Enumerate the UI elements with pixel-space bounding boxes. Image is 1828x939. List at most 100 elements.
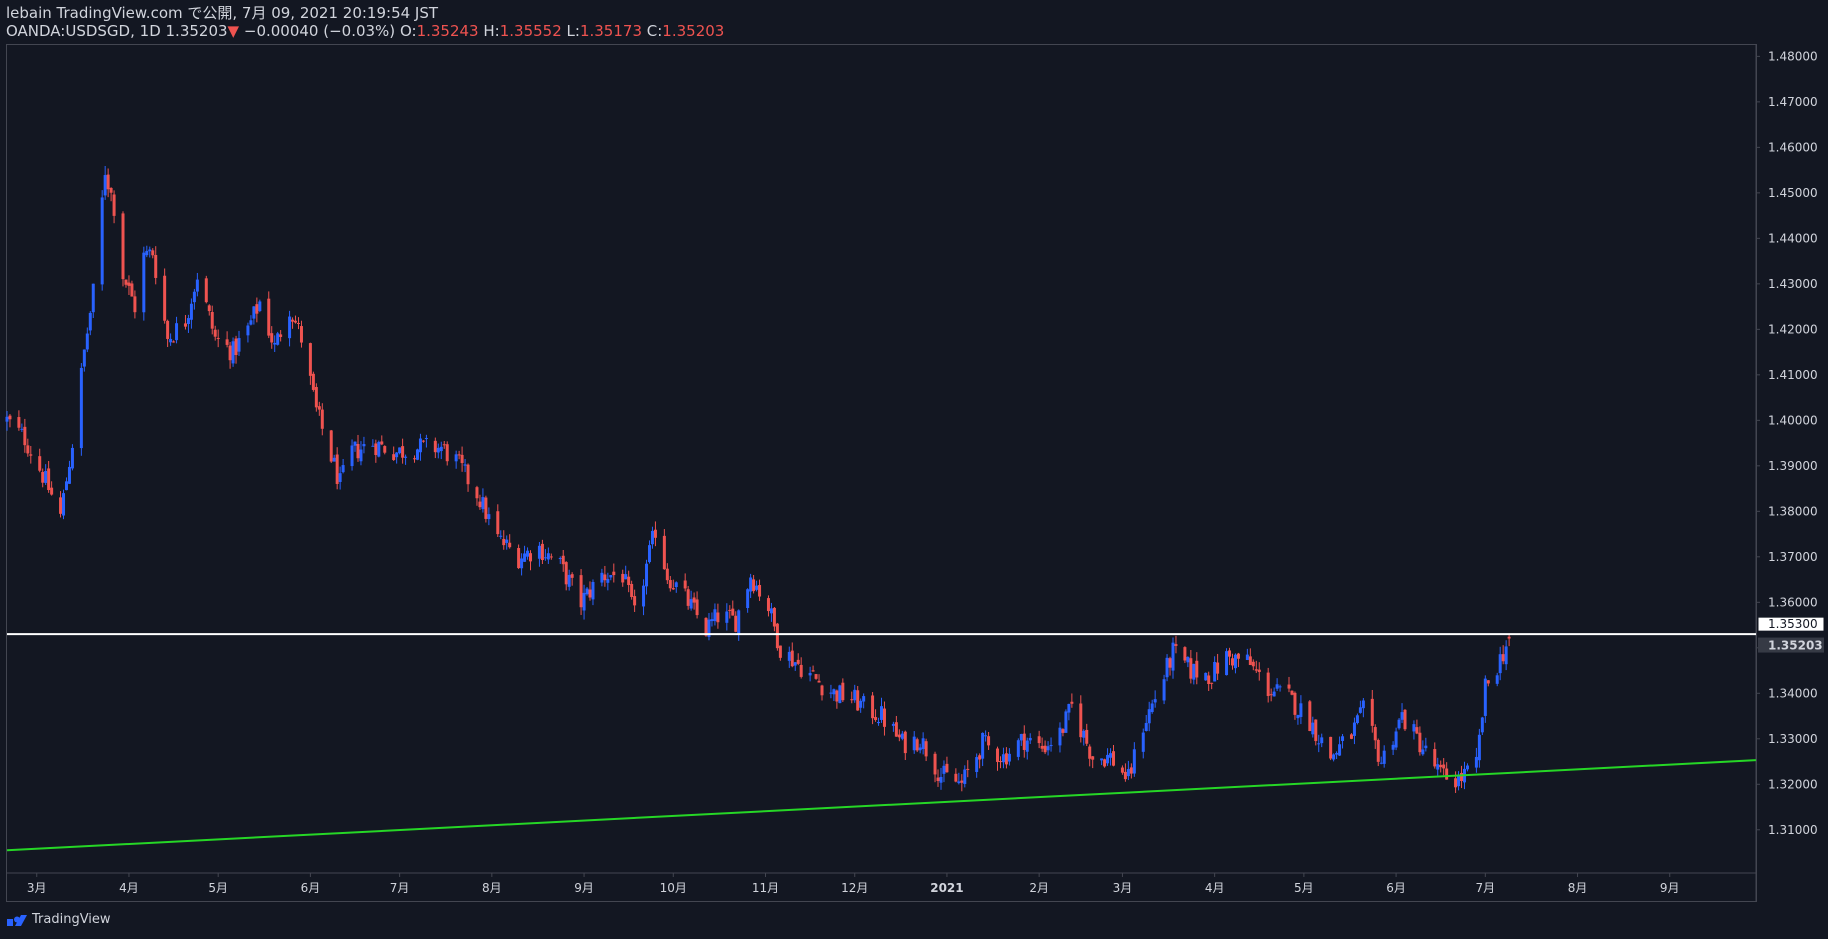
candle-body[interactable] (880, 706, 883, 720)
candle-body[interactable] (731, 608, 735, 616)
candle-body[interactable] (725, 611, 729, 623)
candle-body[interactable] (424, 438, 428, 440)
candle-body[interactable] (1293, 692, 1297, 715)
candle-body[interactable] (543, 557, 547, 559)
candle-body[interactable] (436, 447, 440, 453)
candle-body[interactable] (439, 446, 443, 452)
candle-body[interactable] (981, 732, 985, 759)
candle-body[interactable] (454, 454, 458, 462)
candle-body[interactable] (686, 589, 690, 606)
candle-body[interactable] (1016, 740, 1020, 757)
candle-body[interactable] (1415, 727, 1419, 734)
candle-body[interactable] (460, 454, 464, 464)
candle-body[interactable] (942, 765, 946, 774)
candle-body[interactable] (713, 609, 717, 622)
candle-body[interactable] (127, 282, 131, 286)
candle-body[interactable] (267, 298, 271, 336)
candle-body[interactable] (415, 449, 419, 460)
candle-body[interactable] (627, 576, 631, 586)
candle-body[interactable] (481, 497, 485, 510)
candle-body[interactable] (383, 446, 387, 453)
candle-body[interactable] (106, 174, 110, 190)
candle-body[interactable] (1403, 709, 1407, 730)
candle-body[interactable] (1329, 736, 1333, 759)
candle-body[interactable] (112, 194, 116, 216)
candle-body[interactable] (1210, 682, 1214, 684)
candle-body[interactable] (877, 721, 881, 724)
candle-body[interactable] (1183, 647, 1187, 661)
candle-body[interactable] (799, 664, 803, 677)
candle-body[interactable] (633, 596, 637, 606)
candle-body[interactable] (5, 416, 9, 422)
candle-body[interactable] (335, 454, 339, 484)
candle-body[interactable] (1216, 662, 1220, 674)
support-trendline[interactable] (6, 759, 1757, 852)
candle-body[interactable] (746, 589, 750, 609)
candle-body[interactable] (204, 278, 208, 303)
candle-body[interactable] (653, 529, 657, 538)
candle-body[interactable] (1046, 746, 1050, 751)
candle-body[interactable] (1123, 771, 1127, 780)
candle-body[interactable] (350, 445, 354, 467)
candle-body[interactable] (978, 755, 982, 760)
candle-body[interactable] (413, 458, 417, 460)
candle-body[interactable] (853, 689, 857, 701)
candle-body[interactable] (769, 608, 773, 614)
candle-body[interactable] (674, 582, 678, 588)
candle-body[interactable] (17, 417, 21, 428)
candle-body[interactable] (1207, 675, 1211, 685)
candle-body[interactable] (1287, 684, 1291, 689)
candle-body[interactable] (1245, 654, 1249, 660)
candle-body[interactable] (1049, 744, 1053, 747)
candle-body[interactable] (1067, 703, 1071, 713)
candle-body[interactable] (1109, 753, 1113, 758)
candle-body[interactable] (252, 306, 256, 319)
candle-body[interactable] (1266, 672, 1270, 697)
candle-body[interactable] (258, 301, 262, 312)
candle-body[interactable] (1079, 703, 1083, 738)
candle-body[interactable] (338, 473, 342, 482)
candle-body[interactable] (1376, 739, 1380, 762)
candle-body[interactable] (924, 741, 928, 757)
candle-body[interactable] (1379, 762, 1383, 764)
candle-body[interactable] (832, 689, 836, 695)
candle-body[interactable] (1168, 658, 1172, 668)
candle-body[interactable] (1308, 701, 1312, 732)
candle-body[interactable] (487, 514, 491, 520)
candle-body[interactable] (1153, 699, 1157, 703)
candle-body[interactable] (1025, 740, 1029, 752)
candle-body[interactable] (433, 440, 437, 453)
candle-body[interactable] (1439, 764, 1443, 768)
candle-body[interactable] (1174, 644, 1178, 646)
candle-body[interactable] (395, 452, 399, 458)
candle-body[interactable] (891, 723, 895, 726)
candle-body[interactable] (1195, 660, 1199, 678)
candle-body[interactable] (1424, 745, 1428, 749)
candle-body[interactable] (67, 466, 71, 484)
candle-body[interactable] (297, 322, 300, 324)
candle-body[interactable] (475, 487, 479, 499)
candlestick-chart[interactable]: 1.48000 1.47000 1.46000 1.45000 1.44000 1.430… (0, 0, 1828, 939)
candle-body[interactable] (1397, 719, 1401, 729)
candle-body[interactable] (279, 334, 283, 337)
candle-body[interactable] (915, 739, 919, 751)
candle-body[interactable] (189, 303, 193, 320)
tradingview-brand[interactable]: TradingView (32, 912, 111, 927)
candle-body[interactable] (41, 471, 45, 483)
candle-body[interactable] (606, 578, 610, 583)
candle-body[interactable] (1445, 768, 1449, 780)
candle-body[interactable] (1454, 778, 1458, 788)
candle-body[interactable] (88, 312, 92, 331)
candle-body[interactable] (371, 445, 375, 447)
candle-body[interactable] (294, 320, 298, 323)
candle-body[interactable] (100, 197, 104, 285)
candle-body[interactable] (1085, 729, 1089, 744)
candle-body[interactable] (996, 748, 1000, 762)
candle-body[interactable] (64, 481, 68, 491)
candle-body[interactable] (1477, 734, 1481, 761)
candle-body[interactable] (1150, 703, 1154, 713)
candle-body[interactable] (710, 619, 714, 622)
candle-body[interactable] (463, 464, 467, 466)
candle-body[interactable] (246, 325, 250, 336)
candle-body[interactable] (1228, 650, 1232, 657)
